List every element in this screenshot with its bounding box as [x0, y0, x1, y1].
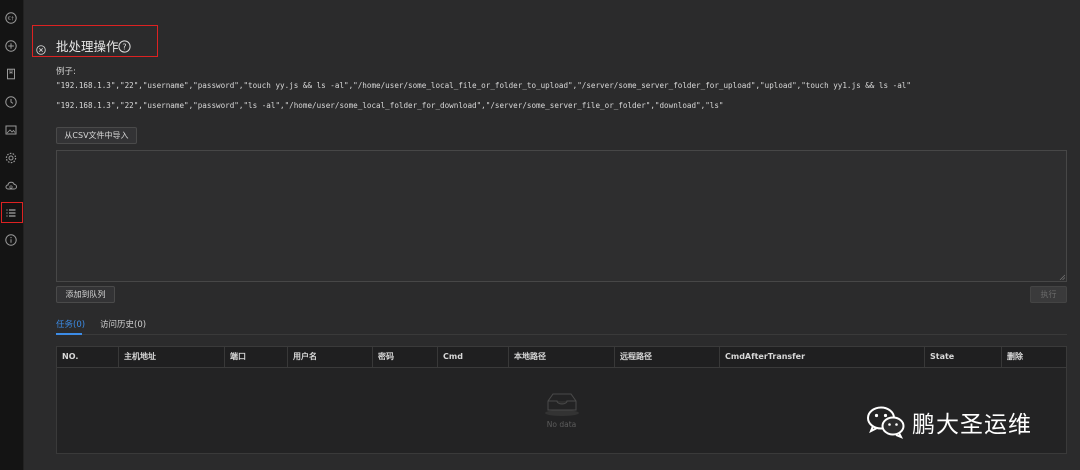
execute-button[interactable]: 执行: [1030, 286, 1067, 303]
column-header-delete[interactable]: 删除: [1001, 347, 1066, 367]
history-icon[interactable]: [5, 96, 17, 108]
wechat-logo-icon: [867, 406, 905, 439]
import-csv-button[interactable]: 从CSV文件中导入: [56, 127, 137, 144]
bookmark-icon[interactable]: [5, 68, 17, 80]
image-icon[interactable]: [5, 124, 17, 136]
column-header-remote-path[interactable]: 远程路径: [614, 347, 720, 367]
tab-history[interactable]: 访问历史(0): [100, 318, 146, 330]
active-tab-indicator: [56, 333, 82, 335]
example-line-download: "192.168.1.3","22","username","password"…: [56, 101, 724, 110]
empty-box-icon: [545, 393, 579, 416]
column-header-port[interactable]: 端口: [224, 347, 288, 367]
sidebar: €†: [0, 0, 24, 470]
column-header-state[interactable]: State: [924, 347, 1002, 367]
column-header-username[interactable]: 用户名: [287, 347, 373, 367]
watermark-text: 鹏大圣运维: [912, 412, 1032, 438]
tab-tasks[interactable]: 任务(0): [56, 318, 85, 330]
column-header-cmd[interactable]: Cmd: [437, 347, 509, 367]
column-header-cmd-after-transfer[interactable]: CmdAfterTransfer: [719, 347, 925, 367]
column-header-host[interactable]: 主机地址: [118, 347, 225, 367]
resize-handle-icon[interactable]: [1059, 274, 1065, 280]
add-circle-icon[interactable]: [5, 40, 17, 52]
close-icon[interactable]: [36, 40, 46, 55]
add-to-queue-button[interactable]: 添加到队列: [56, 286, 115, 303]
svg-text:?: ?: [122, 42, 126, 51]
help-icon[interactable]: ?: [118, 38, 131, 53]
gear-icon[interactable]: [5, 152, 17, 164]
list-icon[interactable]: [5, 207, 17, 219]
column-header-password[interactable]: 密码: [372, 347, 438, 367]
example-label: 例子:: [56, 67, 76, 77]
svg-text:€†: €†: [8, 16, 14, 22]
watermark: 鹏大圣运维: [866, 405, 1032, 439]
column-header-no[interactable]: NO.: [57, 347, 117, 367]
cloud-sync-icon[interactable]: [5, 180, 17, 192]
table-header: NO. 主机地址 端口 用户名 密码 Cmd 本地路径 远程路径 CmdAfte…: [57, 347, 1066, 368]
page-title: 批处理操作: [56, 39, 119, 54]
column-header-local-path[interactable]: 本地路径: [508, 347, 615, 367]
example-line-upload: "192.168.1.3","22","username","password"…: [56, 81, 911, 90]
info-icon[interactable]: [5, 234, 17, 246]
tabs-divider: [56, 334, 1067, 335]
terminal-icon[interactable]: €†: [5, 12, 17, 24]
batch-input-textarea[interactable]: [56, 150, 1067, 282]
